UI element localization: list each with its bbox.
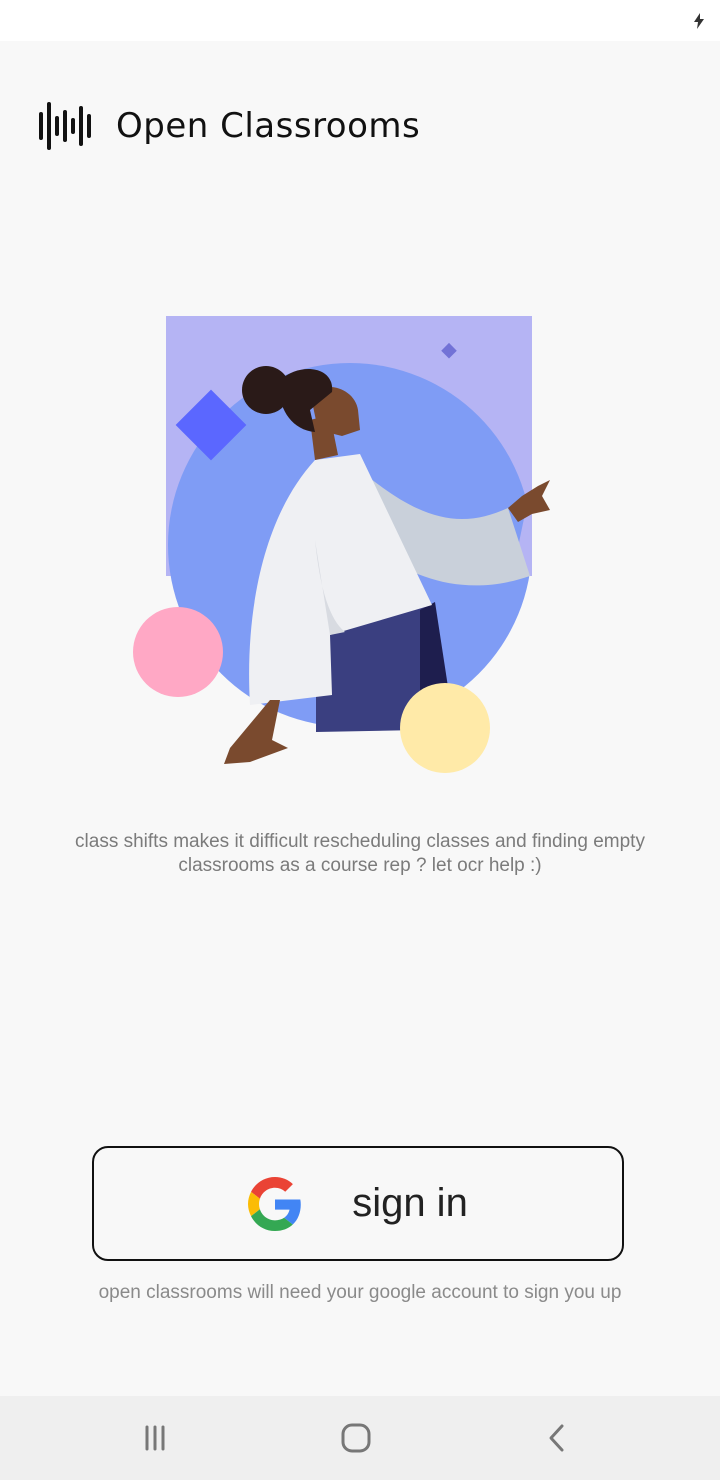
charging-icon	[694, 13, 704, 29]
sign-in-note: open classrooms will need your google ac…	[98, 1282, 622, 1303]
sign-in-label: sign in	[352, 1181, 468, 1225]
home-button[interactable]	[334, 1416, 378, 1460]
back-button[interactable]	[536, 1416, 580, 1460]
tagline-text: class shifts makes it difficult reschedu…	[75, 831, 645, 876]
app-header: Open Classrooms	[38, 98, 420, 154]
status-bar	[0, 0, 720, 41]
app-title: Open Classrooms	[116, 106, 421, 146]
home-icon	[341, 1423, 371, 1453]
google-sign-in-button[interactable]: sign in	[92, 1146, 624, 1261]
recents-button[interactable]	[133, 1416, 177, 1460]
illustration-yellow-circle	[400, 683, 490, 773]
teacher-illustration	[133, 316, 550, 773]
illustration-pink-circle	[133, 607, 223, 697]
back-icon	[549, 1424, 564, 1452]
google-icon	[248, 1176, 301, 1231]
screen: Open Classrooms class shifts makes it di…	[0, 0, 720, 1480]
system-navigation-bar	[0, 1396, 720, 1480]
recents-icon	[145, 1425, 165, 1451]
sound-wave-logo-icon	[39, 102, 91, 150]
